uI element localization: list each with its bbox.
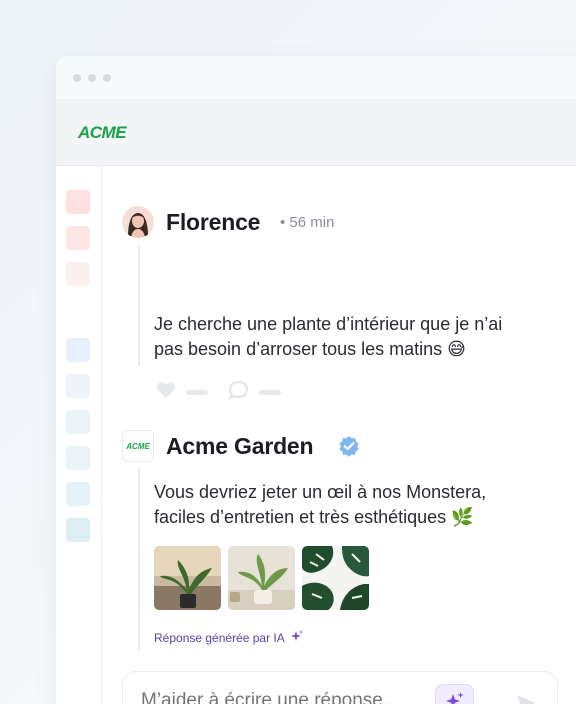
sidebar-item[interactable] [66, 338, 90, 362]
post-text-line: pas besoin d’arroser tous les matins 😅 [154, 339, 466, 359]
reply-text-line: faciles d’entretien et très esthétiques … [154, 507, 474, 527]
window-dot[interactable] [73, 73, 81, 82]
ai-assist-button[interactable] [435, 684, 474, 704]
send-icon[interactable] [515, 692, 537, 704]
window-dot[interactable] [88, 73, 96, 82]
comment-count-placeholder [259, 390, 281, 395]
post-timestamp: • 56 min [280, 214, 335, 231]
sidebar-item[interactable] [66, 446, 90, 470]
acme-logo: ACME [78, 122, 127, 142]
heart-icon[interactable] [156, 381, 176, 404]
app-window: ACME Florence • 56 min Je cherche une pl… [56, 56, 576, 704]
sidebar-item[interactable] [66, 518, 90, 542]
sidebar-item[interactable] [66, 374, 90, 398]
comment-icon[interactable] [228, 380, 249, 405]
sidebar-item[interactable] [66, 190, 90, 214]
post-author-name[interactable]: Florence [166, 209, 260, 236]
reply-composer [122, 671, 558, 704]
ai-generated-label: Réponse générée par IA [154, 631, 285, 645]
reply-input[interactable] [141, 690, 421, 704]
sidebar-item[interactable] [66, 482, 90, 506]
like-count-placeholder [186, 390, 208, 395]
plant-photo-2[interactable] [228, 546, 295, 610]
window-dot[interactable] [103, 73, 111, 82]
acme-avatar-logo: ACME [126, 441, 150, 451]
thread-line [138, 246, 140, 366]
sparkles-icon [290, 629, 304, 648]
sidebar-item[interactable] [66, 262, 90, 286]
thread-line [138, 468, 140, 650]
reply-text-line: Vous devriez jeter un œil à nos Monstera… [154, 482, 487, 502]
sparkles-icon [444, 690, 466, 704]
verified-badge-icon [338, 435, 360, 462]
monstera-leaves-photo[interactable] [302, 546, 369, 610]
acme-garden-avatar[interactable]: ACME [122, 430, 154, 462]
thread: Florence • 56 min Je cherche une plante … [102, 166, 576, 704]
reply-author-name[interactable]: Acme Garden [166, 433, 314, 460]
post-actions [156, 380, 281, 405]
plant-photo-1[interactable] [154, 546, 221, 610]
sidebar-item[interactable] [66, 410, 90, 434]
sidebar [56, 166, 102, 704]
window-titlebar [56, 56, 576, 100]
sidebar-item[interactable] [66, 226, 90, 250]
post-text-line: Je cherche une plante d’intérieur que je… [154, 314, 503, 334]
florence-avatar[interactable] [122, 206, 154, 238]
brand-header: ACME [56, 100, 576, 166]
